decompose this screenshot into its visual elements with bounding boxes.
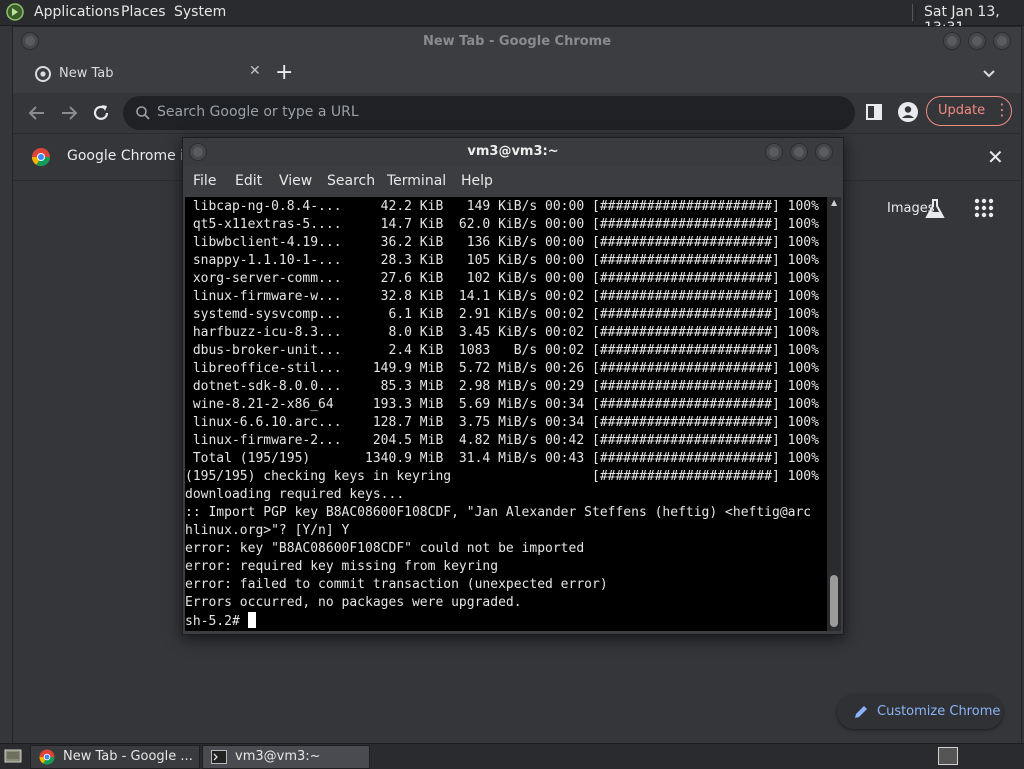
terminal-line: linux-firmware-2... 204.5 MiB 4.82 MiB/s… bbox=[185, 433, 819, 448]
terminal-line: dbus-broker-unit... 2.4 KiB 1083 B/s 00:… bbox=[185, 343, 819, 358]
menu-search[interactable]: Search bbox=[327, 173, 375, 189]
terminal-line: dotnet-sdk-8.0.0... 85.3 MiB 2.98 MiB/s … bbox=[185, 379, 819, 394]
customize-chrome-label: Customize Chrome bbox=[877, 704, 1001, 719]
terminal-line: Total (195/195) 1340.9 MiB 31.4 MiB/s 00… bbox=[185, 451, 819, 466]
forward-arrow-icon[interactable] bbox=[57, 101, 81, 125]
menu-file[interactable]: File bbox=[193, 173, 216, 189]
new-tab-plus-icon[interactable]: + bbox=[275, 60, 293, 85]
terminal-prompt-line[interactable]: sh-5.2# bbox=[185, 612, 819, 630]
reload-icon[interactable] bbox=[89, 101, 113, 125]
menu-places[interactable]: Places bbox=[121, 4, 166, 20]
side-panel-icon[interactable] bbox=[865, 103, 883, 121]
apps-grid-icon[interactable] bbox=[973, 197, 995, 219]
shell-prompt: sh-5.2# bbox=[185, 614, 248, 629]
terminal-scrollbar[interactable]: ▲ bbox=[827, 197, 841, 631]
update-label: Update bbox=[938, 103, 986, 118]
pencil-icon bbox=[855, 706, 867, 718]
workspace-switcher[interactable] bbox=[938, 747, 958, 765]
menu-view[interactable]: View bbox=[279, 173, 312, 189]
search-icon bbox=[136, 106, 150, 120]
terminal-line: systemd-sysvcomp... 6.1 KiB 2.91 KiB/s 0… bbox=[185, 307, 819, 322]
tab-strip: New Tab ✕ + bbox=[13, 57, 1021, 93]
menu-help[interactable]: Help bbox=[461, 173, 493, 189]
scrollbar-thumb[interactable] bbox=[830, 575, 838, 627]
terminal-output: libcap-ng-0.8.4-... 42.2 KiB 149 KiB/s 0… bbox=[185, 198, 819, 630]
minimize-button[interactable] bbox=[765, 143, 783, 161]
back-arrow-icon[interactable] bbox=[25, 101, 49, 125]
terminal-icon bbox=[211, 750, 227, 764]
terminal-line: wine-8.21-2-x86_64 193.3 MiB 5.69 MiB/s … bbox=[185, 397, 819, 412]
terminal-line: error: key "B8AC08600F108CDF" could not … bbox=[185, 541, 585, 556]
terminal-line: libreoffice-stil... 149.9 MiB 5.72 MiB/s… bbox=[185, 361, 819, 376]
terminal-line: qt5-x11extras-5.... 14.7 KiB 62.0 KiB/s … bbox=[185, 217, 819, 232]
maximize-button[interactable] bbox=[790, 143, 808, 161]
terminal-line: error: failed to commit transaction (une… bbox=[185, 577, 608, 592]
chrome-logo-icon bbox=[31, 148, 50, 167]
omnibox-placeholder: Search Google or type a URL bbox=[157, 104, 359, 120]
chrome-favicon-icon bbox=[35, 66, 51, 82]
menu-applications[interactable]: Applications bbox=[34, 4, 120, 20]
terminal-line: downloading required keys... bbox=[185, 487, 405, 502]
terminal-screen[interactable]: libcap-ng-0.8.4-... 42.2 KiB 149 KiB/s 0… bbox=[185, 197, 827, 631]
top-panel: Applications Places System Sat Jan 13, 1… bbox=[0, 0, 1024, 36]
close-window-button[interactable] bbox=[993, 32, 1011, 50]
chrome-logo-icon bbox=[39, 749, 55, 765]
menu-edit[interactable]: Edit bbox=[235, 173, 262, 189]
terminal-line: linux-6.6.10.arc... 128.7 MiB 3.75 MiB/s… bbox=[185, 415, 819, 430]
chrome-window-title: New Tab - Google Chrome bbox=[422, 34, 612, 49]
terminal-line: Errors occurred, no packages were upgrad… bbox=[185, 595, 522, 610]
terminal-line: libwbclient-4.19... 36.2 KiB 136 KiB/s 0… bbox=[185, 235, 819, 250]
terminal-menubar: File Edit View Search Terminal Help bbox=[183, 166, 843, 196]
menu-terminal[interactable]: Terminal bbox=[387, 173, 446, 189]
show-desktop-icon[interactable] bbox=[4, 747, 22, 765]
terminal-line: :: Import PGP key B8AC08600F108CDF, "Jan… bbox=[185, 505, 812, 520]
tab-title: New Tab bbox=[59, 66, 114, 81]
infobar-message: Google Chrome isn't your default browser bbox=[67, 148, 185, 164]
tab-close-icon[interactable]: ✕ bbox=[249, 63, 261, 79]
chrome-toolbar: Search Google or type a URL Update ⋮ bbox=[13, 93, 1021, 133]
profile-avatar-icon[interactable] bbox=[897, 101, 919, 123]
terminal-line: error: required key missing from keyring bbox=[185, 559, 499, 574]
customize-chrome-button[interactable]: Customize Chrome bbox=[837, 695, 1003, 729]
panel-separator bbox=[912, 4, 916, 21]
close-icon[interactable]: ✕ bbox=[987, 145, 1004, 169]
terminal-line: xorg-server-comm... 27.6 KiB 102 KiB/s 0… bbox=[185, 271, 819, 286]
terminal-line: snappy-1.1.10-1-... 28.3 KiB 105 KiB/s 0… bbox=[185, 253, 819, 268]
terminal-titlebar[interactable]: vm3@vm3:~ bbox=[183, 138, 843, 166]
terminal-line: (195/195) checking keys in keyring [####… bbox=[185, 469, 819, 484]
maximize-button[interactable] bbox=[968, 32, 986, 50]
update-button[interactable]: Update ⋮ bbox=[926, 96, 1012, 126]
terminal-line: hlinux.org>"? [Y/n] Y bbox=[185, 523, 350, 538]
terminal-window-title: vm3@vm3:~ bbox=[467, 144, 559, 159]
omnibox[interactable]: Search Google or type a URL bbox=[123, 96, 855, 130]
close-window-button[interactable] bbox=[815, 143, 833, 161]
scroll-up-arrow-icon[interactable]: ▲ bbox=[831, 198, 837, 207]
more-vertical-icon[interactable]: ⋮ bbox=[994, 100, 1010, 119]
chevron-down-icon[interactable] bbox=[979, 63, 999, 83]
taskbar-item-chrome[interactable]: New Tab - Google ... bbox=[30, 745, 200, 769]
taskbar-item-label: vm3@vm3:~ bbox=[235, 749, 321, 764]
bottom-taskbar: New Tab - Google ... vm3@vm3:~ bbox=[0, 743, 1024, 769]
tab-new-tab[interactable]: New Tab ✕ bbox=[21, 57, 261, 93]
terminal-line: harfbuzz-icu-8.3... 8.0 KiB 3.45 KiB/s 0… bbox=[185, 325, 819, 340]
gnome-foot-icon[interactable] bbox=[6, 3, 24, 21]
taskbar-item-label: New Tab - Google ... bbox=[63, 749, 193, 764]
terminal-window: vm3@vm3:~ File Edit View Search Terminal… bbox=[182, 137, 844, 635]
minimize-button[interactable] bbox=[943, 32, 961, 50]
menu-system[interactable]: System bbox=[174, 4, 226, 20]
terminal-line: libcap-ng-0.8.4-... 42.2 KiB 149 KiB/s 0… bbox=[185, 199, 819, 214]
text-cursor bbox=[247, 612, 256, 628]
terminal-line: linux-firmware-w... 32.8 KiB 14.1 KiB/s … bbox=[185, 289, 819, 304]
taskbar-item-terminal[interactable]: vm3@vm3:~ bbox=[202, 745, 370, 769]
labs-flask-icon[interactable] bbox=[923, 197, 947, 221]
chrome-titlebar[interactable]: New Tab - Google Chrome bbox=[13, 27, 1021, 57]
